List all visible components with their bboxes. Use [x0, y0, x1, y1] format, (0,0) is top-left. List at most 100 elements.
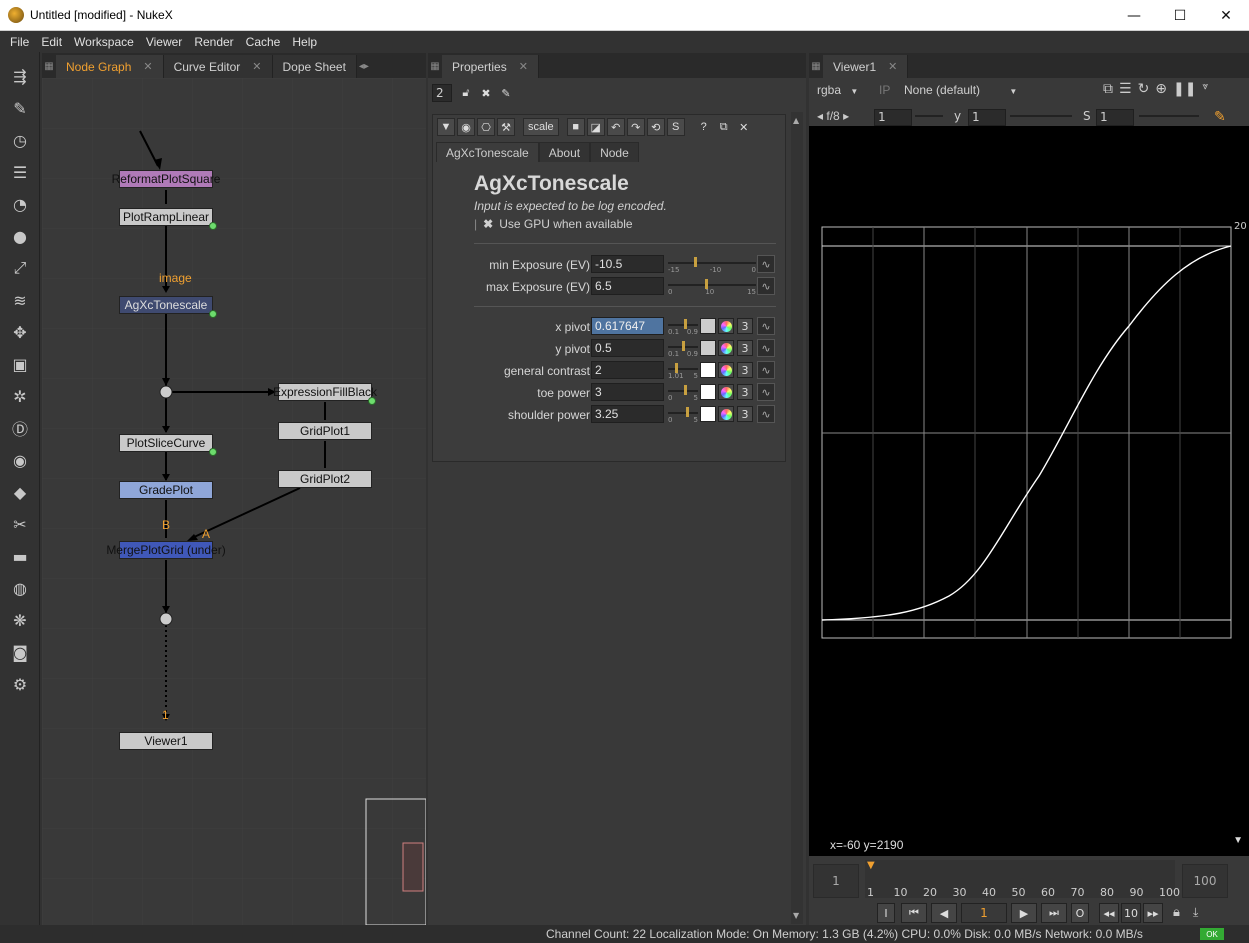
knob-slider[interactable]: 05 — [668, 405, 698, 424]
keyer-tool-icon[interactable]: ⤢ — [8, 256, 32, 280]
gamma-slider[interactable] — [1010, 115, 1072, 117]
lock-icon[interactable]: 🔓︎ — [458, 85, 474, 101]
font-color-icon[interactable]: ◪ — [586, 118, 605, 136]
viewer-input-icon[interactable]: ⎔ — [477, 118, 495, 136]
ocula-tool-icon[interactable]: ◙ — [8, 640, 32, 664]
script-button[interactable]: S — [666, 118, 685, 136]
tab-dope-sheet[interactable]: Dope Sheet — [272, 55, 357, 78]
play-backward-icon[interactable]: ◀ — [931, 903, 957, 923]
knob-value-field[interactable]: 0.5 — [591, 339, 664, 357]
redo-icon[interactable]: ↷ — [626, 118, 645, 136]
node-color-icon[interactable]: ◉ — [457, 118, 475, 136]
roi-icon[interactable]: ⊕ — [1155, 81, 1167, 97]
animation-curve-icon[interactable]: ∿ — [757, 255, 775, 273]
mask-input-dot[interactable] — [209, 222, 217, 230]
tab-node-graph[interactable]: Node Graph ✕ — [56, 55, 164, 78]
animation-curve-icon[interactable]: ∿ — [757, 317, 775, 335]
node-merge[interactable]: MergePlotGrid (under) — [106, 541, 226, 559]
node-slicecurve[interactable]: PlotSliceCurve — [119, 434, 213, 452]
other-tool-icon[interactable]: ▬ — [8, 544, 32, 568]
channel-tool-icon[interactable]: ☰ — [8, 160, 32, 184]
edit-icon[interactable]: ✎ — [498, 85, 514, 101]
node-tonescale[interactable]: AgXcTonescale — [119, 296, 213, 314]
channel-count-button[interactable]: 3 — [737, 318, 753, 334]
merge-tool-icon[interactable]: ≋ — [8, 288, 32, 312]
knob-value-field[interactable]: 3.25 — [591, 405, 664, 423]
revert-icon[interactable]: ⟲ — [646, 118, 665, 136]
node-reformat[interactable]: ReformatPlotSquare — [112, 170, 220, 188]
lut-dropdown[interactable]: None (default) ▼ — [904, 83, 1017, 97]
panel-grip-icon[interactable]: ▦ — [42, 55, 56, 78]
node-ramp[interactable]: PlotRampLinear — [119, 208, 213, 226]
close-button[interactable]: ✕ — [1203, 0, 1249, 31]
channel-count-button[interactable]: 3 — [737, 362, 753, 378]
color-wheel-icon[interactable] — [718, 340, 734, 356]
furnace-tool-icon[interactable]: ◍ — [8, 576, 32, 600]
panel-grip-icon[interactable]: ▦ — [809, 55, 823, 78]
mask-input-dot[interactable] — [209, 448, 217, 456]
node-graph[interactable]: ReformatPlotSquare PlotRampLinear image … — [42, 78, 426, 925]
knob-value-field[interactable]: 3 — [591, 383, 664, 401]
gamma-field[interactable]: 1 — [968, 109, 1006, 126]
animation-curve-icon[interactable]: ∿ — [757, 361, 775, 379]
color-tool-icon[interactable]: ◔ — [8, 192, 32, 216]
views-tool-icon[interactable]: ◉ — [8, 448, 32, 472]
knob-slider[interactable]: 0.1 0.9 — [668, 339, 698, 358]
menu-viewer[interactable]: Viewer — [140, 35, 188, 49]
mask-input-dot[interactable] — [209, 310, 217, 318]
gain-slider[interactable] — [915, 115, 943, 117]
tab-properties[interactable]: Properties ✕ — [442, 55, 539, 78]
lock-range-icon[interactable]: 🔒︎ — [1173, 905, 1180, 920]
tab-about[interactable]: About — [538, 142, 591, 162]
close-tab-icon[interactable]: ✕ — [888, 60, 897, 73]
knob-slider[interactable]: -15 -10 0 — [668, 255, 756, 274]
timeline-start-field[interactable]: 1 — [813, 864, 859, 898]
color-swatch[interactable] — [700, 318, 716, 334]
animation-curve-icon[interactable]: ∿ — [757, 277, 775, 295]
knob-value-field[interactable]: 2 — [591, 361, 664, 379]
menu-file[interactable]: File — [4, 35, 35, 49]
metadata-tool-icon[interactable]: ◆ — [8, 480, 32, 504]
float-icon[interactable]: ⧉ — [715, 118, 733, 136]
maximize-button[interactable]: ☐ — [1157, 0, 1203, 31]
scale-button[interactable]: scale — [523, 118, 559, 136]
particles-tool-icon[interactable]: ✲ — [8, 384, 32, 408]
knob-slider[interactable]: 05 — [668, 383, 698, 402]
menu-workspace[interactable]: Workspace — [68, 35, 140, 49]
prev-keyframe-icon[interactable]: ⏮ — [901, 903, 927, 923]
menu-edit[interactable]: Edit — [35, 35, 68, 49]
node-viewer[interactable]: Viewer1 — [119, 732, 213, 750]
undo-icon[interactable]: ↶ — [606, 118, 625, 136]
animation-curve-icon[interactable]: ∿ — [757, 383, 775, 401]
tab-curve-editor[interactable]: Curve Editor ✕ — [163, 55, 273, 78]
tab-node[interactable]: Node — [590, 142, 639, 162]
fstop-arrow-icon[interactable]: ◂ — [817, 109, 823, 123]
step-forward-icon[interactable]: ▸▸ — [1143, 903, 1163, 923]
menu-help[interactable]: Help — [286, 35, 323, 49]
step-back-icon[interactable]: ◂◂ — [1099, 903, 1119, 923]
playback-settings-icon[interactable]: ⤓ — [1193, 905, 1198, 920]
properties-scrollbar[interactable]: ▲ ▼ — [791, 112, 803, 924]
color-swatch[interactable] — [700, 362, 716, 378]
saturation-field[interactable]: 1 — [1096, 109, 1134, 126]
max-panels-field[interactable]: 2 — [432, 84, 452, 102]
refresh-icon[interactable]: ↻ — [1138, 81, 1150, 97]
animation-curve-icon[interactable]: ∿ — [757, 339, 775, 357]
close-tab-icon[interactable]: ✕ — [252, 60, 261, 73]
color-swatch[interactable] — [700, 406, 716, 422]
node-gridplot1[interactable]: GridPlot1 — [278, 422, 372, 440]
cara-tool-icon[interactable]: ❋ — [8, 608, 32, 632]
gpu-checkbox[interactable]: ✖ — [483, 217, 493, 231]
play-forward-icon[interactable]: ▶ — [1011, 903, 1037, 923]
channel-count-button[interactable]: 3 — [737, 406, 753, 422]
timeline-scrubber[interactable]: ▼ 1 10 20 30 40 50 60 70 80 90 100 — [865, 860, 1180, 899]
color-wheel-icon[interactable] — [718, 384, 734, 400]
animation-curve-icon[interactable]: ∿ — [757, 405, 775, 423]
node-expressionfill[interactable]: ExpressionFillBlack — [273, 383, 377, 401]
gain-field[interactable]: 1 — [874, 109, 912, 126]
settings-tool-icon[interactable]: ⚙ — [8, 672, 32, 696]
saturation-slider[interactable] — [1139, 115, 1199, 117]
layout-icon[interactable]: ⧉ — [1103, 81, 1113, 97]
minimize-button[interactable]: — — [1111, 0, 1157, 31]
channel-count-button[interactable]: 3 — [737, 340, 753, 356]
